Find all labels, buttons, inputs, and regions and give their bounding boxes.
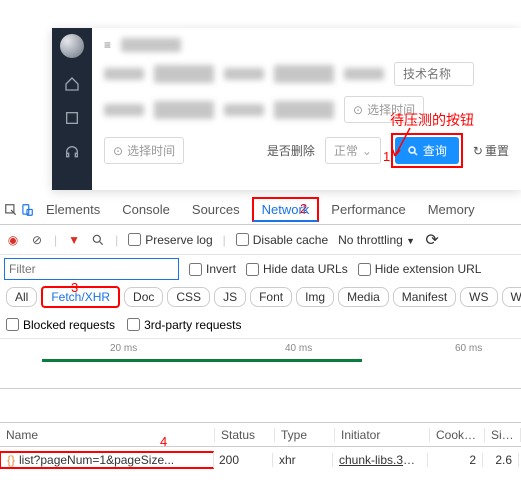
waterfall-timeline[interactable]: 20 ms 40 ms 60 ms [0,339,521,389]
reset-button[interactable]: ↻重置 [473,142,509,159]
third-party-checkbox[interactable]: 3rd-party requests [127,318,241,332]
wifi-icon[interactable]: ⟳ [425,233,439,247]
network-controls: ◉ ⊘ | ▼ | Preserve log | Disable cache N… [0,225,521,255]
app-window: ≡ ⊙选择时间 ⊙选择时间 是否删除 正常 ⌄ 查 [52,28,521,190]
timeline-spacer [0,389,521,423]
waterfall-bar [42,359,362,362]
preserve-log-checkbox[interactable]: Preserve log [128,233,212,247]
home-icon[interactable] [64,76,80,92]
col-size[interactable]: Size [485,428,521,442]
select-time-2[interactable]: ⊙选择时间 [104,137,184,164]
label-blur [104,68,144,80]
input-blur [154,101,214,119]
filter-input[interactable] [4,258,179,280]
input-blur [274,65,334,83]
type-wasm[interactable]: Wasm [502,287,521,307]
type-all[interactable]: All [6,287,37,307]
request-type: xhr [273,453,333,467]
hide-data-urls-checkbox[interactable]: Hide data URLs [246,262,348,276]
name-input[interactable] [394,62,474,86]
type-fetch-xhr[interactable]: Fetch/XHR [41,286,120,308]
module-icon[interactable] [64,110,80,126]
clear-icon[interactable]: ⊘ [30,233,44,247]
search-icon[interactable] [91,233,105,247]
request-options: Blocked requests 3rd-party requests [0,311,521,339]
devtools-panel: Elements Console Sources Network Perform… [0,195,521,473]
annotation-label: 待压测的按钮 [390,110,474,130]
search-icon [407,145,419,157]
type-manifest[interactable]: Manifest [393,287,456,307]
input-blur [154,65,214,83]
devtools-tabs: Elements Console Sources Network Perform… [0,195,521,225]
filter-icon[interactable]: ▼ [67,233,81,247]
type-font[interactable]: Font [250,287,292,307]
request-status: 200 [213,453,273,467]
annotation-1: 1 [383,149,390,164]
type-doc[interactable]: Doc [124,287,163,307]
col-initiator[interactable]: Initiator [335,428,430,442]
xhr-icon: {} [7,453,15,467]
tick-40: 40 ms [285,343,312,354]
breadcrumb [121,38,181,52]
request-size: 2.6 [483,453,519,467]
invert-checkbox[interactable]: Invert [189,262,236,276]
request-initiator[interactable]: chunk-libs.3d9... [333,453,428,467]
type-ws[interactable]: WS [460,287,497,307]
disable-cache-checkbox[interactable]: Disable cache [236,233,328,247]
request-row[interactable]: {} list?pageNum=1&pageSize... 200 xhr ch… [0,447,521,473]
tab-performance[interactable]: Performance [321,197,415,222]
col-status[interactable]: Status [215,428,275,442]
col-cookies[interactable]: Cookies [430,428,485,442]
type-js[interactable]: JS [214,287,246,307]
col-name[interactable]: Name [0,428,215,442]
tab-elements[interactable]: Elements [36,197,110,222]
type-media[interactable]: Media [338,287,389,307]
collapse-icon[interactable]: ≡ [104,38,111,52]
delete-label: 是否删除 [267,142,315,159]
tab-sources[interactable]: Sources [182,197,250,222]
search-button[interactable]: 查询 [395,137,459,164]
delete-select[interactable]: 正常 ⌄ [325,137,381,164]
col-type[interactable]: Type [275,428,335,442]
request-name: list?pageNum=1&pageSize... [19,453,174,467]
record-icon[interactable]: ◉ [6,233,20,247]
label-blur [224,104,264,116]
request-cookies: 2 [428,453,483,467]
request-table-header: Name Status Type Initiator Cookies Size [0,423,521,447]
type-css[interactable]: CSS [167,287,210,307]
label-blur [224,68,264,80]
avatar[interactable] [60,34,84,58]
input-blur [274,101,334,119]
blocked-requests-checkbox[interactable]: Blocked requests [6,318,115,332]
app-sidebar [52,28,92,190]
label-blur [104,104,144,116]
inspect-icon[interactable] [4,203,18,217]
label-blur [344,68,384,80]
tick-20: 20 ms [110,343,137,354]
request-type-filters: All Fetch/XHR Doc CSS JS Font Img Media … [0,283,521,311]
type-img[interactable]: Img [296,287,334,307]
tab-memory[interactable]: Memory [418,197,485,222]
hide-extension-urls-checkbox[interactable]: Hide extension URL [358,262,482,276]
filter-row: Invert Hide data URLs Hide extension URL [0,255,521,283]
tick-60: 60 ms [455,343,482,354]
tab-console[interactable]: Console [112,197,180,222]
app-main: ≡ ⊙选择时间 ⊙选择时间 是否删除 正常 ⌄ 查 [92,28,521,190]
tab-network[interactable]: Network [252,197,320,222]
headset-icon[interactable] [64,144,80,160]
device-icon[interactable] [20,203,34,217]
throttling-select[interactable]: No throttling ▼ [338,233,415,247]
